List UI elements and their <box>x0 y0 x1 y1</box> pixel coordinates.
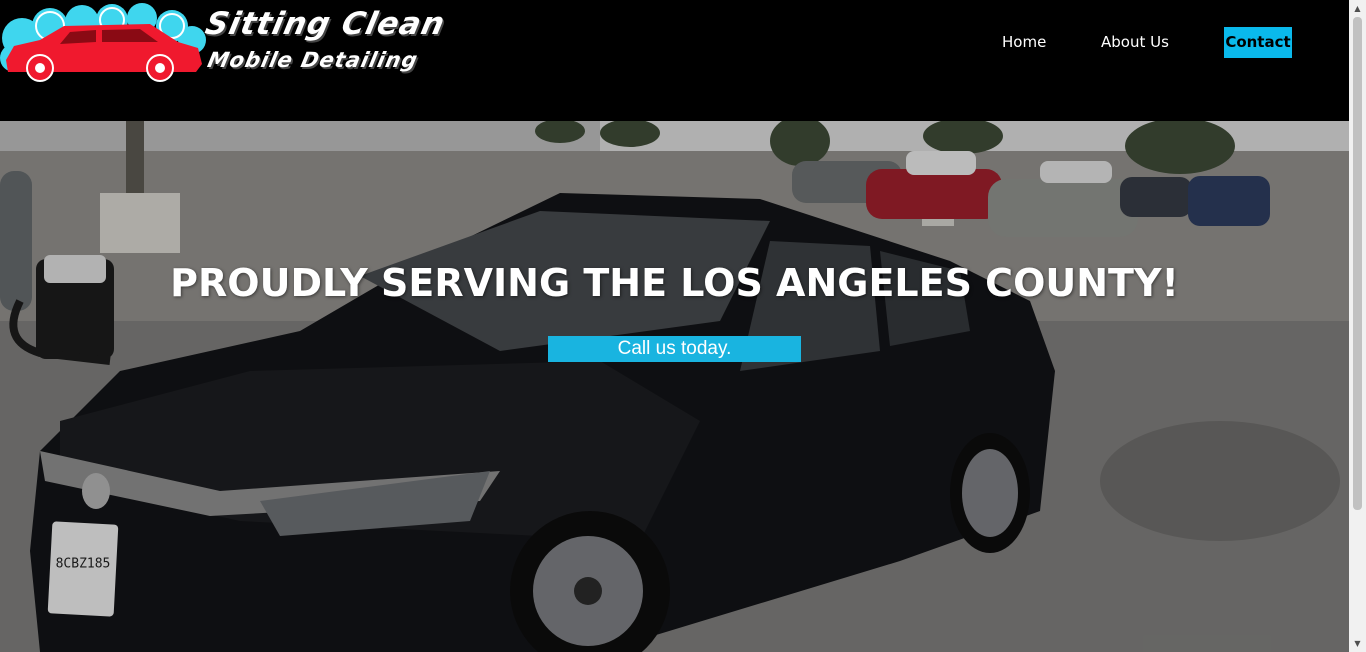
scrollbar-thumb[interactable] <box>1353 17 1362 510</box>
site-header: Sitting Clean Mobile Detailing Home Abou… <box>0 0 1349 121</box>
page-scrollbar[interactable]: ▲ ▼ <box>1349 0 1366 652</box>
scroll-up-arrow-icon[interactable]: ▲ <box>1349 0 1366 17</box>
nav-about-us[interactable]: About Us <box>1101 27 1169 58</box>
license-plate: 8CBZ185 <box>55 556 111 572</box>
hero-section: 8CBZ185 PROUDLY SERVING THE LOS ANGELES … <box>0 121 1349 652</box>
nav-contact[interactable]: Contact <box>1224 27 1292 58</box>
hero-title: PROUDLY SERVING THE LOS ANGELES COUNTY! <box>170 261 1179 305</box>
nav-home[interactable]: Home <box>1002 27 1046 58</box>
scroll-down-arrow-icon[interactable]: ▼ <box>1349 635 1366 652</box>
hero-overlay <box>0 121 1349 652</box>
main-nav: Home About Us Contact <box>0 27 1349 59</box>
call-us-button[interactable]: Call us today. <box>548 336 801 362</box>
